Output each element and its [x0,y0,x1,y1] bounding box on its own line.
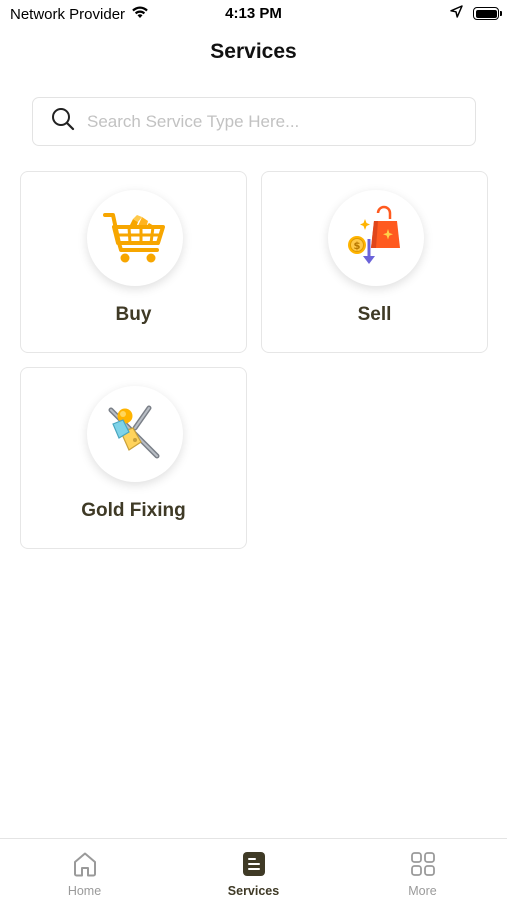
service-label-gold-fixing: Gold Fixing [81,500,186,521]
tab-label-home: Home [67,884,102,898]
shopping-cart-gold-icon [103,207,167,270]
tab-home[interactable]: Home [0,839,169,900]
service-card-gold-fixing[interactable]: Gold Fixing [20,367,247,549]
service-card-buy[interactable]: Buy [20,171,247,353]
sell-icon-circle: $ [328,190,424,286]
tools-wrench-icon [105,402,165,467]
buy-icon-circle [87,190,183,286]
svg-text:$: $ [354,241,361,252]
status-bar: Network Provider 4:13 PM [0,0,507,28]
gold-fixing-icon-circle [87,386,183,482]
battery-icon [473,7,502,20]
status-right [450,5,502,22]
service-label-buy: Buy [115,304,152,325]
service-card-sell[interactable]: $ Sell [261,171,488,353]
search-input[interactable] [87,111,447,132]
location-arrow-icon [450,5,463,22]
grid-icon [409,850,437,878]
services-document-icon [240,850,268,878]
services-screen: Network Provider 4:13 PM Services Search… [0,0,507,900]
tab-label-more: More [408,884,437,898]
tab-services[interactable]: Services [169,839,338,900]
tab-label-services: Services [227,884,280,898]
home-icon [71,850,99,878]
service-label-sell: Sell [357,304,392,325]
status-time: 4:13 PM [225,5,282,22]
search-box[interactable] [32,97,476,146]
tab-more[interactable]: More [338,839,507,900]
tab-bar: Home Services More [0,838,507,900]
search-icon [51,107,75,136]
shopping-bag-coin-icon: $ [345,205,407,272]
page-title: Services [210,40,297,63]
